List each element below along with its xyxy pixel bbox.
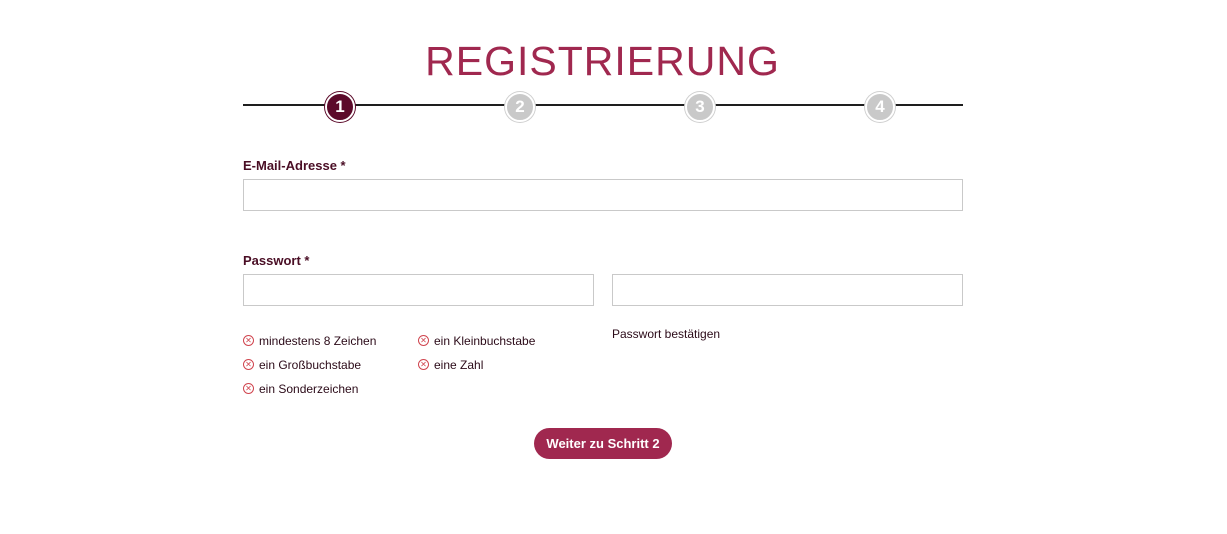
email-label: E-Mail-Adresse * <box>243 158 346 173</box>
password-confirm-field[interactable] <box>612 274 963 306</box>
requirement-text: ein Sonderzeichen <box>259 382 359 396</box>
next-step-button[interactable]: Weiter zu Schritt 2 <box>534 428 672 459</box>
circle-x-icon: ✕ <box>243 335 254 347</box>
requirement-number: ✕ eine Zahl <box>418 356 483 374</box>
password-requirements: ✕ mindestens 8 Zeichen ✕ ein Kleinbuchstab… <box>243 332 603 404</box>
step-3-indicator: 3 <box>685 92 715 122</box>
circle-x-icon: ✕ <box>418 335 429 347</box>
circle-x-icon: ✕ <box>243 383 254 395</box>
requirement-uppercase: ✕ ein Großbuchstabe <box>243 356 361 374</box>
password-field[interactable] <box>243 274 594 306</box>
password-label: Passwort * <box>243 253 310 268</box>
email-field[interactable] <box>243 179 963 211</box>
circle-x-icon: ✕ <box>243 359 254 371</box>
password-confirm-label: Passwort bestätigen <box>612 327 721 341</box>
requirement-min-length: ✕ mindestens 8 Zeichen <box>243 332 376 350</box>
step-2-indicator: 2 <box>505 92 535 122</box>
circle-x-icon: ✕ <box>418 359 429 371</box>
page-title: REGISTRIERUNG <box>425 38 780 85</box>
requirement-text: eine Zahl <box>434 358 484 372</box>
step-1-indicator: 1 <box>325 92 355 122</box>
progress-stepper: 1 2 3 4 <box>243 90 963 122</box>
requirement-lowercase: ✕ ein Kleinbuchstabe <box>418 332 535 350</box>
step-4-indicator: 4 <box>865 92 895 122</box>
requirement-text: ein Großbuchstabe <box>259 358 362 372</box>
requirement-text: mindestens 8 Zeichen <box>259 334 377 348</box>
requirement-special-char: ✕ ein Sonderzeichen <box>243 380 358 398</box>
requirement-text: ein Kleinbuchstabe <box>434 334 536 348</box>
